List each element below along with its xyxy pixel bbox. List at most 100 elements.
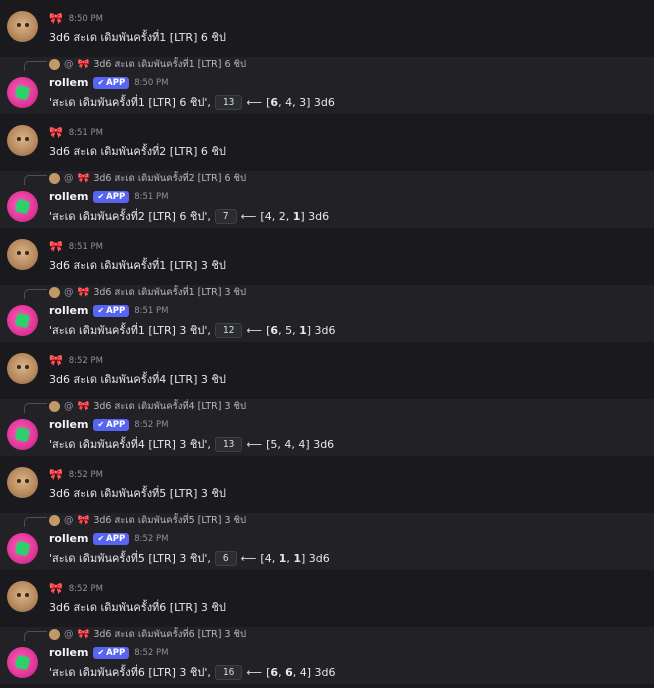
reply-preview[interactable]: @ 🎀 3d6 สะเด เดิมพันครั้งที่1 [LTR] 6 ชิป: [49, 57, 246, 72]
die-value: 4: [284, 437, 292, 451]
app-badge: ✔ APP: [93, 304, 130, 317]
bot-avatar[interactable]: [7, 419, 38, 450]
reply-connector: [24, 175, 47, 185]
bow-icon[interactable]: 🎀: [49, 582, 63, 595]
check-icon: ✔: [97, 648, 105, 657]
bot-username[interactable]: rollem: [49, 418, 88, 431]
app-badge: ✔ APP: [93, 190, 130, 203]
avatar-eye: [25, 593, 29, 597]
message-timestamp: 8:52 PM: [134, 647, 169, 658]
user-message: 🎀 8:52 PM 3d6 สะเด เดิมพันครั้งที่4 [LTR] …: [0, 342, 654, 399]
bot-username[interactable]: rollem: [49, 304, 88, 317]
reply-preview[interactable]: @ 🎀 3d6 สะเด เดิมพันครั้งที่1 [LTR] 3 ชิป: [49, 285, 246, 300]
roll-result: 'สะเด เดิมพันครั้งที่1 [LTR] 3 ชิป', 12 ⟵[…: [49, 321, 336, 339]
bot-username[interactable]: rollem: [49, 76, 88, 89]
bot-header: rollem ✔ APP 8:50 PM: [49, 76, 168, 89]
bot-message: @ 🎀 3d6 สะเด เดิมพันครั้งที่4 [LTR] 3 ชิป r…: [0, 399, 654, 456]
bot-avatar[interactable]: [7, 305, 38, 336]
die-value: 1: [278, 551, 287, 565]
bow-icon: 🎀: [77, 287, 90, 298]
user-avatar[interactable]: [7, 467, 38, 498]
check-icon: ✔: [97, 534, 105, 543]
bot-avatar[interactable]: [7, 191, 38, 222]
reply-avatar: [49, 287, 60, 298]
bot-header: rollem ✔ APP 8:52 PM: [49, 532, 168, 545]
roll-result: 'สะเด เดิมพันครั้งที่1 [LTR] 6 ชิป', 13 ⟵[…: [49, 93, 335, 111]
message-header: 🎀 8:51 PM: [49, 240, 103, 253]
die-value: 1: [292, 209, 301, 223]
bot-avatar[interactable]: [7, 533, 38, 564]
bow-icon[interactable]: 🎀: [49, 126, 63, 139]
app-badge: ✔ APP: [93, 532, 130, 545]
reply-preview[interactable]: @ 🎀 3d6 สะเด เดิมพันครั้งที่5 [LTR] 3 ชิป: [49, 513, 246, 528]
app-badge-label: APP: [106, 419, 126, 430]
bow-icon[interactable]: 🎀: [49, 12, 63, 25]
roll-result: 'สะเด เดิมพันครั้งที่4 [LTR] 3 ชิป', 13 ⟵[…: [49, 435, 334, 453]
user-avatar[interactable]: [7, 11, 38, 42]
roll-total: 6: [214, 550, 237, 566]
reply-text: 3d6 สะเด เดิมพันครั้งที่6 [LTR] 3 ชิป: [93, 629, 247, 640]
avatar-eye: [17, 251, 21, 255]
reply-text: 3d6 สะเด เดิมพันครั้งที่1 [LTR] 3 ชิป: [93, 287, 247, 298]
reply-text: 3d6 สะเด เดิมพันครั้งที่2 [LTR] 6 ชิป: [93, 173, 247, 184]
reply-avatar: [49, 401, 60, 412]
reply-preview[interactable]: @ 🎀 3d6 สะเด เดิมพันครั้งที่6 [LTR] 3 ชิป: [49, 627, 246, 642]
app-badge-label: APP: [106, 647, 126, 658]
app-badge-label: APP: [106, 305, 126, 316]
user-message: 🎀 8:52 PM 3d6 สะเด เดิมพันครั้งที่5 [LTR] …: [0, 456, 654, 513]
bot-avatar[interactable]: [7, 647, 38, 678]
bot-username[interactable]: rollem: [49, 190, 88, 203]
reply-connector: [24, 289, 47, 299]
avatar-eye: [17, 365, 21, 369]
avatar-eye: [25, 365, 29, 369]
bow-icon[interactable]: 🎀: [49, 468, 63, 481]
message-timestamp: 8:51 PM: [68, 127, 103, 138]
arrow-icon: ⟵: [240, 209, 257, 223]
roll-label: 'สะเด เดิมพันครั้งที่6 [LTR] 3 ชิป',: [49, 666, 211, 679]
bot-avatar[interactable]: [7, 77, 38, 108]
die-value: 3: [299, 95, 307, 109]
die-value: 4: [298, 437, 306, 451]
user-avatar[interactable]: [7, 581, 38, 612]
reply-text: 3d6 สะเด เดิมพันครั้งที่5 [LTR] 3 ชิป: [93, 515, 247, 526]
avatar-eye: [25, 251, 29, 255]
message-header: 🎀 8:51 PM: [49, 126, 103, 139]
message-timestamp: 8:52 PM: [68, 583, 103, 594]
dice-icon: [14, 312, 31, 329]
reply-preview[interactable]: @ 🎀 3d6 สะเด เดิมพันครั้งที่2 [LTR] 6 ชิป: [49, 171, 246, 186]
bot-header: rollem ✔ APP 8:51 PM: [49, 304, 168, 317]
bot-username[interactable]: rollem: [49, 646, 88, 659]
die-value: 1: [299, 323, 307, 337]
bow-icon[interactable]: 🎀: [49, 240, 63, 253]
roll-result: 'สะเด เดิมพันครั้งที่2 [LTR] 6 ชิป', 7 ⟵ [4…: [49, 207, 329, 225]
app-badge-label: APP: [106, 191, 126, 202]
message-timestamp: 8:52 PM: [134, 419, 169, 430]
dice-notation: 3d6: [314, 665, 336, 679]
avatar-eye: [17, 479, 21, 483]
roll-total: 16: [214, 664, 243, 680]
chat-log: 🎀 8:50 PM 3d6 สะเด เดิมพันครั้งที่1 [LTR] …: [0, 0, 654, 688]
roll-total: 12: [214, 322, 243, 338]
mention-at: @: [64, 287, 74, 298]
bow-icon: 🎀: [77, 629, 90, 640]
check-icon: ✔: [97, 78, 105, 87]
user-avatar[interactable]: [7, 353, 38, 384]
user-avatar[interactable]: [7, 125, 38, 156]
app-badge: ✔ APP: [93, 76, 130, 89]
message-header: 🎀 8:52 PM: [49, 582, 103, 595]
mention-at: @: [64, 515, 74, 526]
avatar-eye: [17, 23, 21, 27]
check-icon: ✔: [97, 306, 105, 315]
bot-username[interactable]: rollem: [49, 532, 88, 545]
reply-connector: [24, 403, 47, 413]
user-avatar[interactable]: [7, 239, 38, 270]
roll-label: 'สะเด เดิมพันครั้งที่1 [LTR] 3 ชิป',: [49, 324, 211, 337]
message-content: 3d6 สะเด เดิมพันครั้งที่1 [LTR] 6 ชิป: [49, 31, 226, 44]
avatar-eye: [25, 137, 29, 141]
reply-preview[interactable]: @ 🎀 3d6 สะเด เดิมพันครั้งที่4 [LTR] 3 ชิป: [49, 399, 246, 414]
reply-connector: [24, 631, 47, 641]
avatar-eye: [25, 23, 29, 27]
bow-icon[interactable]: 🎀: [49, 354, 63, 367]
message-content: 3d6 สะเด เดิมพันครั้งที่5 [LTR] 3 ชิป: [49, 487, 226, 500]
app-badge: ✔ APP: [93, 646, 130, 659]
